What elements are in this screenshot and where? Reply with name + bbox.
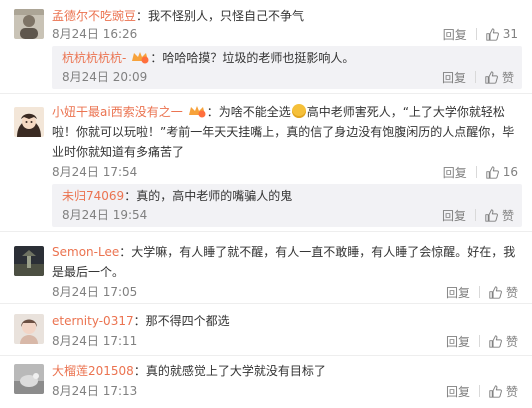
reply-username[interactable]: 未归74069 (62, 189, 124, 203)
reply-text: ：真的，高中老师的嘴骗人的鬼 (124, 189, 293, 203)
like-button[interactable]: 赞 (489, 284, 518, 301)
comment-username[interactable]: 小妞干最ai西索没有之一 (52, 105, 183, 119)
comment-item: eternity-0317：那不得四个都选 8月24日 17:11 回复 赞 (0, 304, 532, 356)
reply-text: ：哈哈哈摸？垃圾的老师也挺影响人。 (150, 51, 355, 65)
comment-item: 大榴莲201508：真的就感觉上了大学就没有目标了 8月24日 17:13 回复… (0, 356, 532, 408)
avatar[interactable] (14, 9, 44, 39)
like-thumb-icon (485, 208, 498, 222)
action-divider (478, 286, 480, 298)
avatar[interactable] (14, 314, 44, 344)
comment-item: Semon-Lee：大学嘛，有人睡了就不醒，有人一直不敢睡，有人睡了会惊醒。好在… (0, 232, 532, 304)
reply-actions: 回复 赞 (442, 67, 514, 87)
reply-button[interactable]: 回复 (442, 207, 466, 224)
avatar[interactable] (14, 107, 44, 137)
like-thumb-icon (486, 165, 499, 179)
like-label: 赞 (501, 70, 514, 85)
reply-box: 杭杭杭杭杭- ：哈哈哈摸？垃圾的老师也挺影响人。 8月24日 20:09 回复 赞 (52, 46, 522, 89)
avatar[interactable] (14, 364, 44, 394)
like-button[interactable]: 赞 (485, 69, 514, 86)
comment-content: 大榴莲201508：真的就感觉上了大学就没有目标了 (52, 361, 520, 381)
like-count: 16 (502, 165, 518, 179)
comment-text: ：那不得四个都选 (133, 314, 230, 328)
comment-username[interactable]: 大榴莲201508 (52, 364, 134, 378)
reply-content: 未归74069：真的，高中老师的嘴骗人的鬼 (62, 186, 512, 206)
reply-button[interactable]: 回复 (446, 383, 470, 400)
avatar[interactable] (14, 246, 44, 276)
action-divider (475, 166, 477, 178)
like-thumb-icon (485, 70, 498, 84)
like-label: 赞 (505, 334, 518, 349)
reply-button[interactable]: 回复 (443, 164, 467, 181)
action-divider (475, 28, 477, 40)
vip-badge-icon (188, 106, 206, 118)
comment-content: 孟德尔不吃豌豆：我不怪别人，只怪自己不争气 (52, 6, 520, 26)
comment-item: 小妞干最ai西索没有之一 ：为啥不能全选 高中老师害死人，“上了大学你就轻松啦！你就… (0, 94, 532, 232)
like-thumb-icon (489, 334, 502, 348)
like-thumb-icon (489, 384, 502, 398)
like-thumb-icon (489, 285, 502, 299)
like-button[interactable]: 16 (486, 165, 518, 179)
comment-text: ：我不怪别人，只怪自己不争气 (136, 9, 305, 23)
reply-content: 杭杭杭杭杭- ：哈哈哈摸？垃圾的老师也挺影响人。 (62, 48, 512, 68)
like-button[interactable]: 赞 (489, 333, 518, 350)
comment-actions: 回复 赞 (446, 331, 518, 351)
comment-actions: 回复 16 (443, 162, 518, 182)
like-label: 赞 (501, 208, 514, 223)
action-divider (478, 385, 480, 397)
vip-badge-icon (132, 52, 149, 64)
comment-actions: 回复 赞 (446, 282, 518, 302)
comment-text: ：为啥不能全选 (206, 105, 291, 119)
reply-button[interactable]: 回复 (446, 284, 470, 301)
action-divider (474, 71, 476, 83)
like-button[interactable]: 赞 (485, 207, 514, 224)
comment-text: ：大学嘛，有人睡了就不醒，有人一直不敢睡，有人睡了会惊醒。好在，我是最后一个。 (52, 245, 516, 279)
reply-actions: 回复 赞 (442, 205, 514, 225)
like-count: 31 (502, 27, 518, 41)
comment-content: 小妞干最ai西索没有之一 ：为啥不能全选 高中老师害死人，“上了大学你就轻松啦！你就… (52, 102, 520, 162)
like-label: 赞 (505, 285, 518, 300)
comment-username[interactable]: Semon-Lee (52, 245, 119, 259)
smile-emoji-icon (291, 104, 306, 118)
like-thumb-icon (486, 27, 499, 41)
reply-button[interactable]: 回复 (443, 26, 467, 43)
reply-button[interactable]: 回复 (446, 333, 470, 350)
action-divider (478, 335, 480, 347)
comment-text: ：真的就感觉上了大学就没有目标了 (133, 364, 326, 378)
like-label: 赞 (505, 384, 518, 399)
like-button[interactable]: 31 (486, 27, 518, 41)
reply-box: 未归74069：真的，高中老师的嘴骗人的鬼 8月24日 19:54 回复 赞 (52, 184, 522, 227)
like-button[interactable]: 赞 (489, 383, 518, 400)
comment-content: Semon-Lee：大学嘛，有人睡了就不醒，有人一直不敢睡，有人睡了会惊醒。好在… (52, 242, 520, 282)
action-divider (474, 209, 476, 221)
comment-item: 孟德尔不吃豌豆：我不怪别人，只怪自己不争气 8月24日 16:26 回复 31 … (0, 0, 532, 94)
comment-username[interactable]: 孟德尔不吃豌豆 (52, 9, 136, 23)
reply-button[interactable]: 回复 (442, 69, 466, 86)
comment-username[interactable]: eternity-0317 (52, 314, 134, 328)
comment-actions: 回复 31 (443, 24, 518, 44)
comment-content: eternity-0317：那不得四个都选 (52, 311, 520, 331)
comment-actions: 回复 赞 (446, 381, 518, 401)
reply-username[interactable]: 杭杭杭杭杭- (62, 51, 126, 65)
